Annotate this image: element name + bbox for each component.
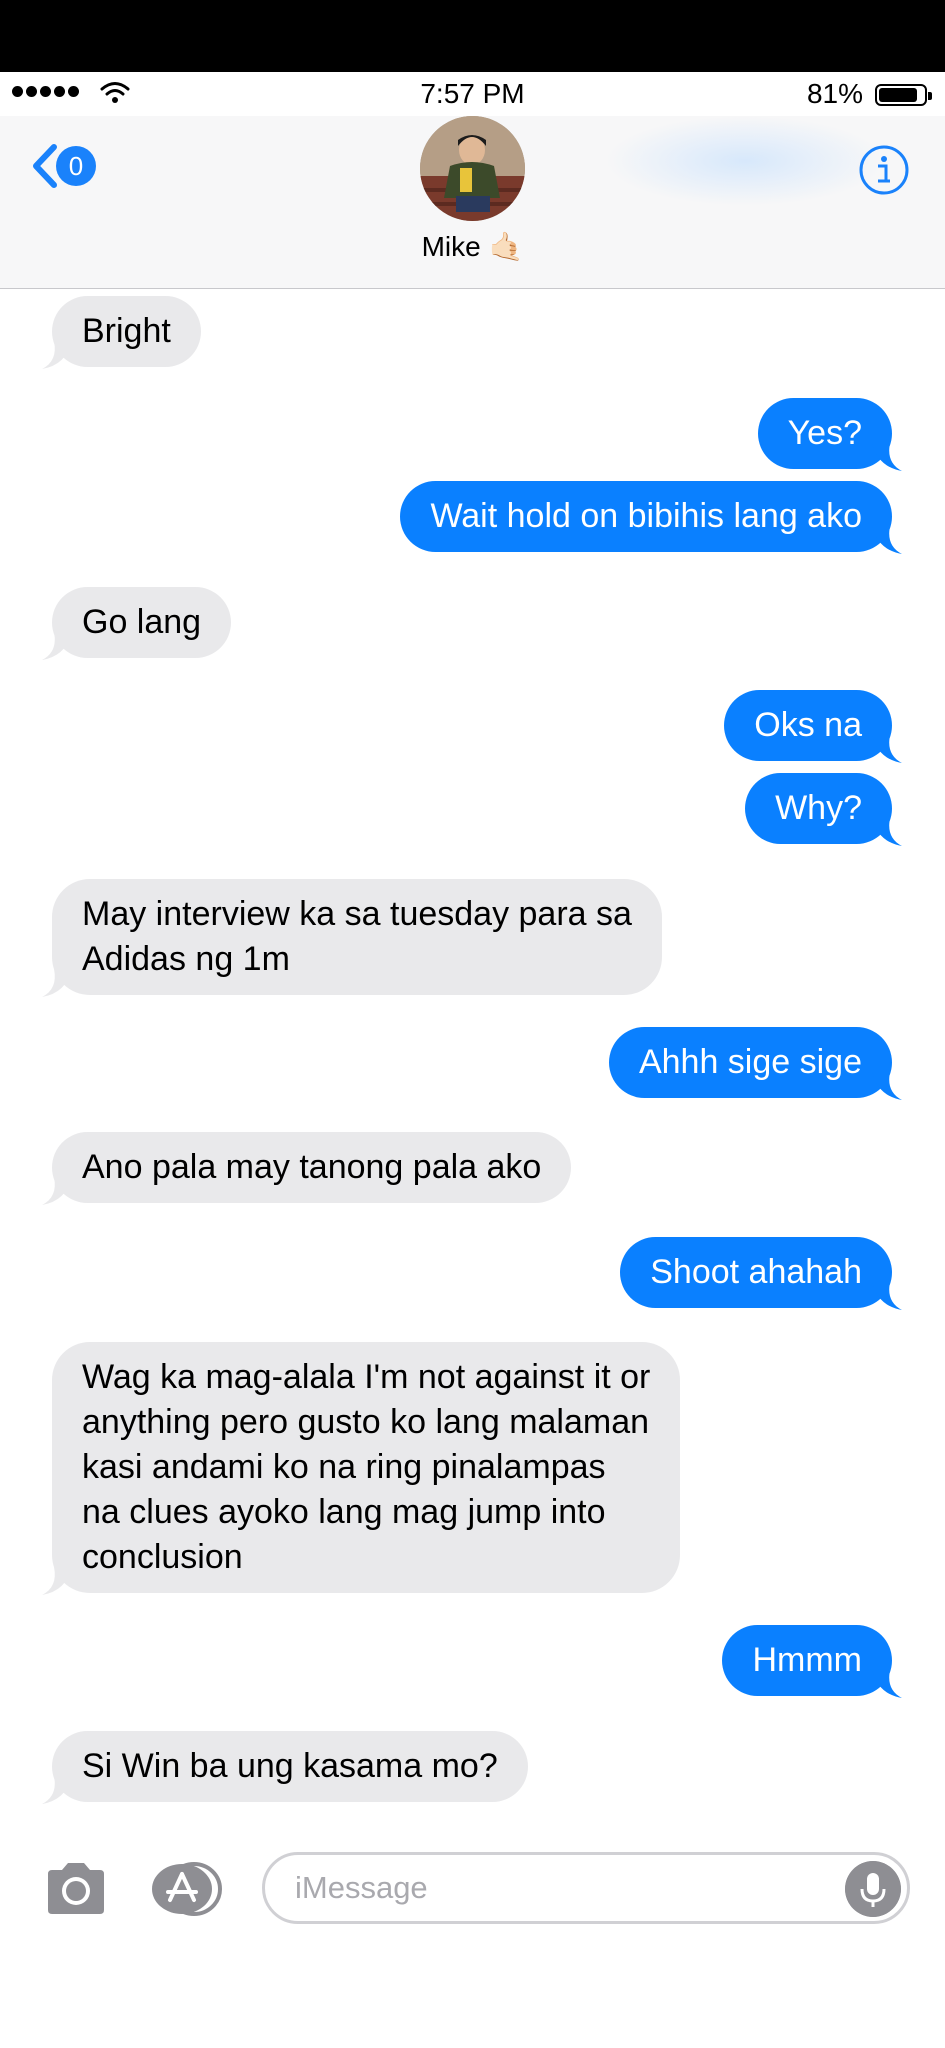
back-button[interactable]: 0 xyxy=(32,144,96,188)
imessage-field[interactable] xyxy=(262,1852,910,1924)
avatar-photo xyxy=(420,116,525,221)
bubble-tail xyxy=(872,818,902,846)
bubble-tail xyxy=(42,1177,72,1205)
outgoing-message[interactable]: Ahhh sige sige xyxy=(608,1027,902,1100)
outgoing-message[interactable]: Yes? xyxy=(757,398,902,471)
bubble-tail xyxy=(42,1567,72,1595)
top-letterbox xyxy=(0,0,945,72)
outgoing-message[interactable]: Wait hold on bibihis lang ako xyxy=(400,481,902,554)
bubble-tail xyxy=(42,1776,72,1804)
contact-avatar[interactable] xyxy=(420,116,525,221)
camera-icon[interactable] xyxy=(44,1860,108,1916)
outgoing-message[interactable]: Shoot ahahah xyxy=(620,1237,902,1310)
imessage-input[interactable] xyxy=(295,1855,835,1921)
incoming-message[interactable]: May interview ka sa tuesday para sa Adid… xyxy=(42,879,662,997)
app-store-icon[interactable] xyxy=(150,1862,224,1916)
battery-icon xyxy=(875,84,932,106)
contact-name[interactable]: Mike 🤙🏻 xyxy=(0,230,945,263)
status-time: 7:57 PM xyxy=(420,78,525,109)
incoming-message[interactable]: Si Win ba ung kasama mo? xyxy=(42,1731,528,1804)
outgoing-message[interactable]: Why? xyxy=(745,773,902,846)
bubble-tail xyxy=(872,735,902,763)
outgoing-message[interactable]: Hmmm xyxy=(722,1625,902,1698)
incoming-message[interactable]: Go lang xyxy=(42,587,232,660)
microphone-icon[interactable] xyxy=(845,1861,901,1917)
incoming-message[interactable]: Wag ka mag-alala I'm not against it or a… xyxy=(42,1342,681,1595)
bubble-tail xyxy=(872,443,902,471)
conversation-header: 0 Mike 🤙🏻 xyxy=(0,116,945,289)
bubble-tail xyxy=(872,1072,902,1100)
bubble-tail xyxy=(872,526,902,554)
bubble-tail xyxy=(872,1282,902,1310)
battery-percent: 81% xyxy=(806,78,863,109)
bubble-tail xyxy=(42,341,72,369)
bubble-tail xyxy=(872,1670,902,1698)
status-bar: 7:57 PM 81% xyxy=(0,72,945,116)
back-chevron-icon xyxy=(33,144,57,188)
info-icon[interactable] xyxy=(858,144,910,196)
bubble-tail xyxy=(42,632,72,660)
bubble-tail xyxy=(42,969,72,997)
incoming-message[interactable]: Ano pala may tanong pala ako xyxy=(42,1132,572,1205)
outgoing-message[interactable]: Oks na xyxy=(724,690,902,763)
incoming-message[interactable]: Bright xyxy=(42,296,201,369)
unread-count-badge: 0 xyxy=(56,146,96,186)
message-composer xyxy=(0,1838,945,1942)
